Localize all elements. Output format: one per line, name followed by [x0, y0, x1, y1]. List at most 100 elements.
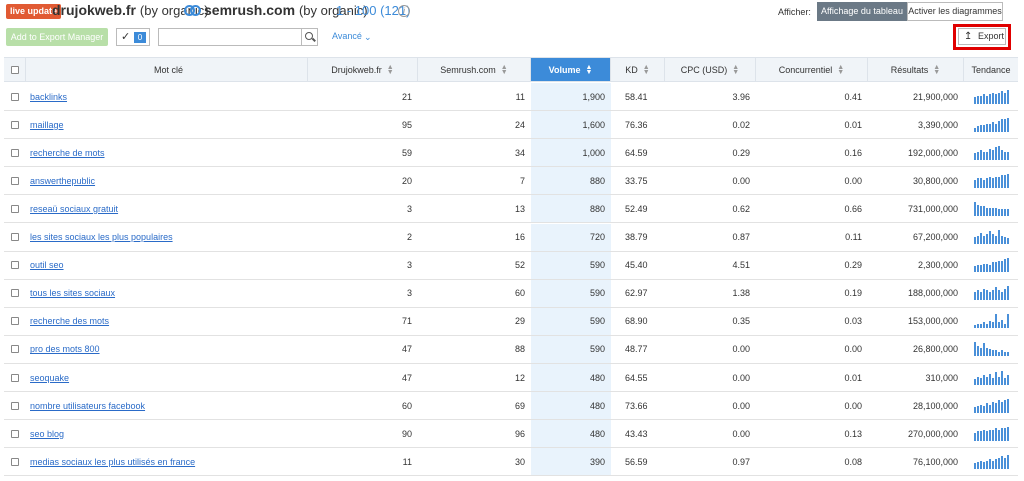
kd-cell: 45.40: [625, 260, 648, 271]
keyword-link[interactable]: pro des mots 800: [30, 344, 100, 354]
select-all-cell[interactable]: [4, 58, 26, 81]
keyword-filter-input[interactable]: [158, 28, 302, 46]
col-header-cpc[interactable]: CPC (USD) ▲ ▼: [665, 58, 756, 81]
semrush-position-cell: 34: [514, 147, 525, 158]
keyword-link[interactable]: medias sociaux les plus utilisés en fran…: [30, 457, 195, 467]
trend-cell[interactable]: [964, 111, 1018, 138]
row-select-cell[interactable]: [4, 392, 26, 419]
selected-count-toggle[interactable]: ✓ 0: [116, 28, 150, 46]
row-checkbox[interactable]: [11, 373, 19, 382]
chevron-down-icon[interactable]: ⌄: [364, 32, 372, 43]
venn-compare-icon: [184, 5, 202, 18]
row-select-cell[interactable]: [4, 364, 26, 391]
trend-cell[interactable]: [964, 336, 1018, 363]
results-cell: 310,000: [925, 372, 958, 383]
results-cell: 30,800,000: [912, 175, 958, 186]
row-select-cell[interactable]: [4, 83, 26, 110]
search-icon[interactable]: [302, 28, 318, 46]
keyword-link[interactable]: outil seo: [30, 260, 64, 270]
row-checkbox[interactable]: [11, 176, 19, 185]
charts-view-button[interactable]: Activer les diagrammes: [907, 2, 1003, 21]
col-header-keyword[interactable]: Mot clé: [26, 58, 308, 81]
keyword-link[interactable]: recherche de mots: [30, 148, 105, 158]
row-select-cell[interactable]: [4, 280, 26, 307]
trend-sparkline: [973, 454, 1009, 469]
keyword-link[interactable]: seo blog: [30, 429, 64, 439]
trend-bar: [991, 177, 994, 188]
trend-bar: [979, 404, 982, 413]
row-checkbox[interactable]: [11, 148, 19, 157]
trend-cell[interactable]: [964, 364, 1018, 391]
trend-cell[interactable]: [964, 252, 1018, 279]
col-header-drujokweb[interactable]: Drujokweb.fr ▲ ▼: [308, 58, 418, 81]
row-select-cell[interactable]: [4, 448, 26, 475]
row-select-cell[interactable]: [4, 167, 26, 194]
col-header-volume[interactable]: Volume ▲ ▼: [531, 58, 611, 81]
trend-cell[interactable]: [964, 167, 1018, 194]
col-header-competition[interactable]: Concurrentiel ▲ ▼: [756, 58, 868, 81]
keyword-link[interactable]: nombre utilisateurs facebook: [30, 401, 145, 411]
row-checkbox[interactable]: [11, 401, 19, 410]
col-header-results[interactable]: Résultats ▲ ▼: [868, 58, 964, 81]
trend-cell[interactable]: [964, 224, 1018, 251]
sort-icon: ▲ ▼: [933, 63, 941, 76]
keyword-link[interactable]: seoquake: [30, 373, 69, 383]
row-checkbox[interactable]: [11, 261, 19, 270]
semrush-position-cell: 29: [514, 316, 525, 327]
trend-bar: [994, 458, 997, 469]
keyword-cell: seoquake: [26, 364, 308, 391]
trend-cell[interactable]: [964, 83, 1018, 110]
add-to-export-manager-button[interactable]: Add to Export Manager: [6, 28, 108, 46]
trend-bar: [973, 179, 976, 188]
row-select-cell[interactable]: [4, 111, 26, 138]
row-checkbox[interactable]: [11, 120, 19, 129]
trend-bar: [991, 207, 994, 216]
advanced-filter-link[interactable]: Avancé: [332, 31, 362, 41]
trend-bar: [988, 265, 991, 273]
trend-bar: [982, 179, 985, 188]
trend-cell[interactable]: [964, 139, 1018, 166]
trend-cell[interactable]: [964, 195, 1018, 222]
row-select-cell[interactable]: [4, 252, 26, 279]
row-select-cell[interactable]: [4, 139, 26, 166]
select-all-checkbox[interactable]: [10, 65, 19, 74]
keyword-link[interactable]: maillage: [30, 120, 64, 130]
row-checkbox[interactable]: [11, 345, 19, 354]
competition-cell: 0.13: [844, 428, 862, 439]
row-checkbox[interactable]: [11, 204, 19, 213]
trend-cell[interactable]: [964, 308, 1018, 335]
row-select-cell[interactable]: [4, 308, 26, 335]
keyword-link[interactable]: reseaü sociaux gratuit: [30, 204, 118, 214]
trend-cell[interactable]: [964, 392, 1018, 419]
row-select-cell[interactable]: [4, 224, 26, 251]
trend-cell[interactable]: [964, 280, 1018, 307]
row-checkbox[interactable]: [11, 92, 19, 101]
keyword-link[interactable]: answerthepublic: [30, 176, 95, 186]
col-header-semrush[interactable]: Semrush.com ▲ ▼: [418, 58, 531, 81]
row-checkbox[interactable]: [11, 317, 19, 326]
row-select-cell[interactable]: [4, 336, 26, 363]
row-select-cell[interactable]: [4, 195, 26, 222]
table-row: medias sociaux les plus utilisés en fran…: [4, 448, 1018, 477]
keyword-link[interactable]: tous les sites sociaux: [30, 288, 115, 298]
row-checkbox[interactable]: [11, 289, 19, 298]
col-header-kd[interactable]: KD ▲ ▼: [611, 58, 665, 81]
row-checkbox[interactable]: [11, 429, 19, 438]
info-icon[interactable]: i: [398, 5, 410, 17]
trend-bar: [1003, 324, 1006, 329]
keyword-link[interactable]: backlinks: [30, 92, 67, 102]
trend-bar: [997, 92, 1000, 104]
keyword-link[interactable]: les sites sociaux les plus populaires: [30, 232, 173, 242]
keyword-link[interactable]: recherche des mots: [30, 316, 109, 326]
trend-cell[interactable]: [964, 420, 1018, 447]
trend-bar: [988, 321, 991, 329]
trend-bar: [982, 93, 985, 104]
volume-cell: 880: [531, 167, 611, 195]
row-checkbox[interactable]: [11, 233, 19, 242]
row-select-cell[interactable]: [4, 420, 26, 447]
trend-bar: [1003, 427, 1006, 441]
row-checkbox[interactable]: [11, 457, 19, 466]
trend-cell[interactable]: [964, 448, 1018, 475]
table-view-button[interactable]: Affichage du tableau: [817, 2, 907, 21]
export-button[interactable]: ↥ Export: [958, 28, 1006, 45]
